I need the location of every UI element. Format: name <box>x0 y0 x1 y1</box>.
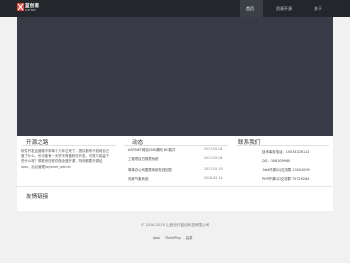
footer-link-thinkphp[interactable]: ThinkPhp <box>165 236 181 240</box>
footer-link-other[interactable]: 后茶 <box>186 236 193 240</box>
about-text: 软件开发运营路不简单十几年过来了，团队都来不如继自己做了什么。也可能有一天学不再… <box>21 149 110 169</box>
news-item[interactable]: 简单办公司图表系统在线回答 <box>128 167 172 172</box>
news-item[interactable]: 工程项目日报表系统 <box>128 156 159 161</box>
contact-phone: 技术事务电话：15034326112 <box>262 150 310 154</box>
contact-php-group: PHP开源QQ交流群 75729264 <box>262 177 310 181</box>
nav-item-about[interactable]: 关于 <box>314 6 322 12</box>
copyright-text: © 2016-2020 山西创行蓝创科技有限公司 <box>140 223 210 227</box>
news-date: 2017-05-04 <box>204 147 223 151</box>
contact-net-group: .Net开源QQ交流群 13001009 <box>262 168 310 172</box>
contact-divider <box>236 145 329 146</box>
news-date: 2017-05-19 <box>204 167 223 171</box>
about-card: 开源之路 软件开发运营路不简单十几年过来了，团队都来不如继自己做了什么。也可能有… <box>17 136 120 186</box>
logo-icon <box>17 3 24 11</box>
contact-qq: QQ：306109960 <box>262 159 291 163</box>
hero-banner <box>17 17 333 136</box>
footer-link-ipos[interactable]: ipos <box>153 236 160 240</box>
news-item[interactable]: 向家气象系统 <box>128 176 148 181</box>
footer-links: ipos ThinkPhp 后茶 <box>153 235 197 240</box>
friend-links-section: 友情链接 <box>17 186 333 211</box>
info-cards: 开源之路 软件开发运营路不简单十几年过来了，团队都来不如继自己做了什么。也可能有… <box>17 136 333 186</box>
site-logo[interactable]: 蓝创客 LCM BOX <box>17 3 41 14</box>
about-divider <box>21 145 116 146</box>
news-item[interactable]: ASP.NET网站CMS源码 6C模式 <box>128 147 175 152</box>
logo-subtitle: LCM BOX <box>25 9 36 12</box>
news-date: 2017-05-04 <box>204 156 223 160</box>
news-divider <box>124 145 228 146</box>
nav-item-open-source[interactable]: 资源开源 <box>276 6 292 12</box>
friend-links-title: 友情链接 <box>26 194 49 200</box>
news-date: 2018-05-14 <box>204 176 223 180</box>
top-navbar: 蓝创客 LCM BOX 首页 资源开源 关于 <box>0 0 350 17</box>
nav-item-home[interactable]: 首页 <box>246 6 254 12</box>
